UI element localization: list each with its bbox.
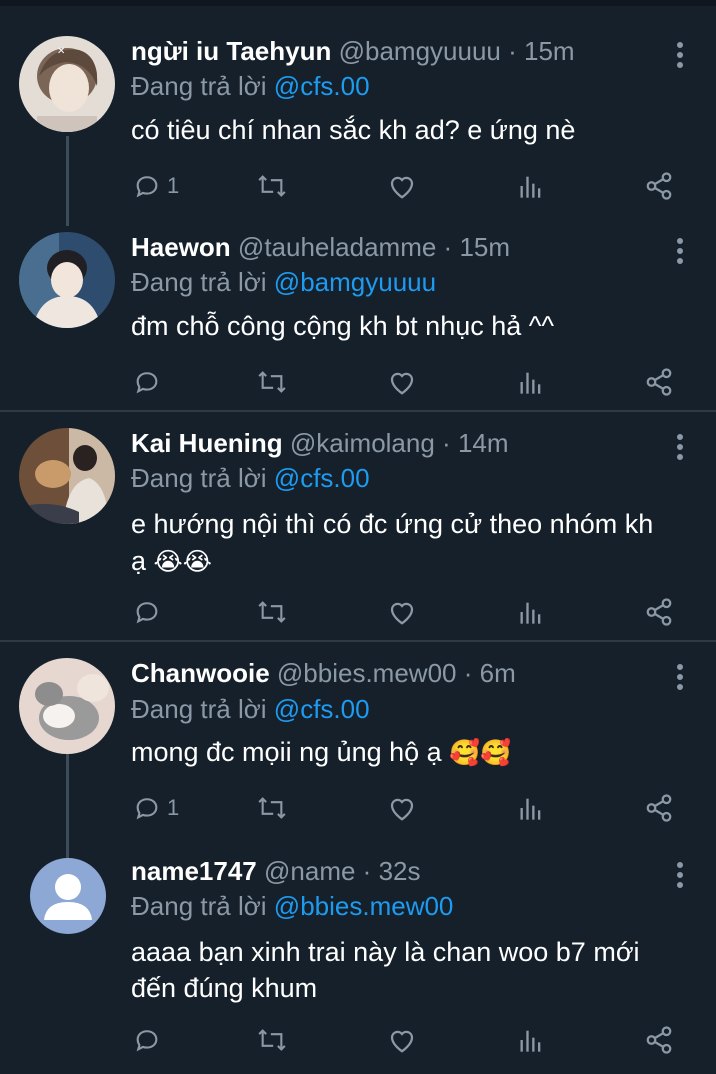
retweet-icon [258, 1029, 286, 1051]
avatar[interactable] [30, 858, 106, 934]
tweet-header: name1747 @name · 32s [131, 856, 421, 886]
like-button[interactable] [387, 1020, 417, 1060]
display-name[interactable]: name1747 [131, 856, 257, 886]
retweet-button[interactable] [256, 1020, 288, 1060]
reply-icon [136, 1030, 158, 1052]
mention-link[interactable]: @bbies.mew00 [274, 891, 454, 921]
share-icon [646, 1026, 672, 1054]
tweet[interactable]: name1747 @name · 32s Đang trả lời @bbies… [0, 0, 716, 1074]
tweet-text-line: aaaa bạn xinh trai này là chan woo b7 mớ… [131, 937, 640, 967]
replying-to: Đang trả lời @bbies.mew00 [131, 891, 453, 921]
more-icon[interactable] [670, 860, 690, 890]
analytics-icon [520, 1030, 541, 1052]
separator: · [362, 856, 372, 886]
analytics-button[interactable] [518, 1020, 544, 1060]
username[interactable]: @name [264, 856, 355, 886]
reply-button[interactable] [133, 1020, 167, 1060]
tweet-text-line: đến đúng khum [131, 973, 318, 1003]
default-user-icon [30, 858, 106, 934]
share-button[interactable] [644, 1020, 674, 1060]
tweet-text: aaaa bạn xinh trai này là chan woo b7 mớ… [131, 934, 691, 1006]
timestamp[interactable]: 32s [379, 856, 421, 886]
action-bar [0, 1020, 716, 1060]
replying-to-label: Đang trả lời [131, 891, 267, 921]
like-icon [390, 1030, 414, 1053]
